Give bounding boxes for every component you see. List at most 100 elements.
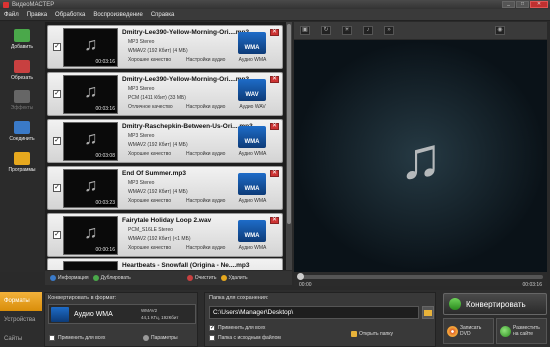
file-item[interactable]: ✓ ♫ 00:00:16 Fairytale Holiday Loop 2.wav…: [47, 213, 283, 257]
file-item[interactable]: ✓ ♫ 00:03:16 Dmitry-Lee390-Yellow-Morning…: [47, 25, 283, 69]
trim-button[interactable]: Обрезать: [2, 57, 42, 85]
menu-file[interactable]: Файл: [4, 12, 19, 18]
player-toolbar: ▣ ↻ ☀ ♪ » ◉: [294, 22, 547, 39]
apply-all-formats[interactable]: Применить для всех: [49, 335, 105, 341]
join-label: Соединить: [9, 136, 35, 142]
remove-item-button[interactable]: ✕: [270, 170, 279, 177]
apply-all-save-checkbox[interactable]: ✓: [209, 325, 215, 331]
sidebar: Добавить Обрезать Эффекты Соединить Прог…: [0, 22, 44, 272]
video-screen[interactable]: ♫: [294, 40, 547, 272]
quality-selector[interactable]: Хорошее качество: [128, 57, 171, 63]
convert-label: Конвертировать: [466, 299, 526, 309]
publish-web-button[interactable]: Разместить на сайте: [496, 318, 547, 344]
remove-item-button[interactable]: ✕: [270, 217, 279, 224]
format-badge[interactable]: WMA: [238, 220, 266, 242]
parameters-button[interactable]: Параметры: [143, 332, 195, 343]
convert-button[interactable]: Конвертировать: [443, 293, 547, 315]
file-checkbox[interactable]: ✓: [53, 231, 61, 239]
remove-item-button[interactable]: ✕: [270, 76, 279, 83]
seek-bar[interactable]: [297, 273, 543, 280]
menu-playback[interactable]: Воспроизведение: [93, 12, 143, 18]
file-item[interactable]: ✓ ♫ 00:03:08 Dmitry-Raschepkin-Between-Us…: [47, 119, 283, 163]
file-thumbnail: ♫ 00:00:16: [63, 216, 118, 255]
quality-selector[interactable]: Хорошее качество: [128, 151, 171, 157]
file-checkbox[interactable]: ✓: [53, 184, 61, 192]
source-folder-checkbox[interactable]: [209, 335, 215, 341]
tab-formats[interactable]: Форматы: [0, 292, 42, 311]
convert-format-label: Конвертировать в формат:: [48, 295, 117, 301]
globe-icon: [500, 325, 511, 337]
programs-button[interactable]: Программы: [2, 149, 42, 177]
remove-item-button[interactable]: ✕: [270, 29, 279, 36]
audio-settings-link[interactable]: Настройки аудио: [186, 57, 225, 63]
file-thumbnail: ♫ 00:03:16: [63, 28, 118, 67]
close-button[interactable]: ✕: [530, 1, 548, 8]
join-button[interactable]: Соединить: [2, 118, 42, 146]
format-rate: 44,1 КГц, 192Кбит: [141, 315, 179, 320]
quality-selector[interactable]: Отличное качество: [128, 104, 173, 110]
audio-settings-link[interactable]: Настройки аудио: [186, 151, 225, 157]
delete-button[interactable]: Удалить: [220, 275, 248, 281]
tab-devices[interactable]: Устройства: [0, 311, 42, 330]
browse-folder-button[interactable]: [422, 306, 434, 319]
clear-button[interactable]: Очистить: [186, 275, 217, 281]
burn-dvd-label: Записать DVD: [460, 325, 481, 337]
snapshot-icon[interactable]: ◉: [495, 26, 505, 35]
format-badge[interactable]: WMA: [238, 32, 266, 54]
file-list-scrollbar[interactable]: [286, 22, 292, 270]
effects-icon: [14, 90, 30, 103]
audio-settings-link[interactable]: Настройки аудио: [186, 245, 225, 251]
file-duration: 00:03:08: [95, 153, 115, 159]
quality-selector[interactable]: Хорошее качество: [128, 245, 171, 251]
list-toolbar: Информация Дублировать Очистить Удалить: [45, 271, 292, 285]
rotate-icon[interactable]: ↻: [321, 26, 331, 35]
format-badge[interactable]: WMA: [238, 173, 266, 195]
apply-all-save[interactable]: ✓ Применить для всех: [209, 325, 265, 331]
crop-icon[interactable]: ▣: [300, 26, 310, 35]
preview-player: ▣ ↻ ☀ ♪ » ◉ ♫ 00:00 00:03:16 ⏮ ▶ ⏭ 🔈: [294, 22, 547, 303]
save-path-field[interactable]: C:\Users\Manager\Desktop\: [209, 306, 419, 319]
burn-dvd-button[interactable]: Записать DVD: [443, 318, 494, 344]
add-button[interactable]: Добавить: [2, 26, 42, 54]
duplicate-button[interactable]: Дублировать: [92, 275, 131, 281]
file-duration: 00:03:16: [95, 59, 115, 65]
format-badge[interactable]: WAV: [238, 79, 266, 101]
delete-icon: [220, 275, 227, 281]
scissors-icon: [14, 60, 30, 73]
file-name: Dmitry-Raschepkin-Between-Us-Ori....mp3: [122, 123, 253, 130]
file-checkbox[interactable]: ✓: [53, 137, 61, 145]
menu-edit[interactable]: Правка: [27, 12, 47, 18]
clear-icon: [186, 275, 193, 281]
seek-knob[interactable]: [297, 273, 304, 280]
audio-settings-link[interactable]: Настройки аудио: [186, 198, 225, 204]
file-duration: 00:03:23: [95, 200, 115, 206]
quality-selector[interactable]: Хорошее качество: [128, 198, 171, 204]
info-button[interactable]: Информация: [50, 275, 89, 281]
file-audio-info: MP3 Stereo: [128, 180, 155, 186]
menu-processing[interactable]: Обработка: [55, 12, 85, 18]
file-item[interactable]: ✓ ♫ 00:03:16 Dmitry-Lee390-Yellow-Morning…: [47, 72, 283, 116]
effects-button[interactable]: Эффекты: [2, 87, 42, 115]
sound-icon[interactable]: ♪: [363, 26, 373, 35]
menu-help[interactable]: Справка: [151, 12, 175, 18]
format-selector[interactable]: Аудио WMA WMAV2 44,1 КГц, 192Кбит: [48, 304, 196, 324]
remove-item-button[interactable]: ✕: [270, 123, 279, 130]
file-item[interactable]: ✓ ♫ 00:03:23 End Of Summer.mp3 MP3 Stereo…: [47, 166, 283, 210]
scrollbar-thumb[interactable]: [287, 24, 291, 224]
audio-settings-link[interactable]: Настройки аудио: [186, 104, 225, 110]
format-name: Аудио WMA: [238, 245, 267, 251]
file-name: Dmitry-Lee390-Yellow-Morning-Ori....mp3: [122, 29, 250, 36]
open-folder-button[interactable]: Открыть папку: [351, 331, 393, 337]
tab-sites[interactable]: Сайты: [0, 330, 42, 347]
format-badge[interactable]: WMA: [238, 126, 266, 148]
brightness-icon[interactable]: ☀: [342, 26, 352, 35]
source-folder-option[interactable]: Папка с исходным файлом: [209, 335, 281, 341]
file-item[interactable]: ✓ Heartbeats - Snowfall (Origina - Ne...…: [47, 258, 283, 270]
file-checkbox[interactable]: ✓: [53, 43, 61, 51]
publish-web-label: Разместить на сайте: [513, 325, 540, 337]
speed-icon[interactable]: »: [384, 26, 394, 35]
maximize-button[interactable]: □: [516, 1, 529, 8]
minimize-button[interactable]: _: [502, 1, 515, 8]
file-checkbox[interactable]: ✓: [53, 90, 61, 98]
apply-all-checkbox[interactable]: [49, 335, 55, 341]
